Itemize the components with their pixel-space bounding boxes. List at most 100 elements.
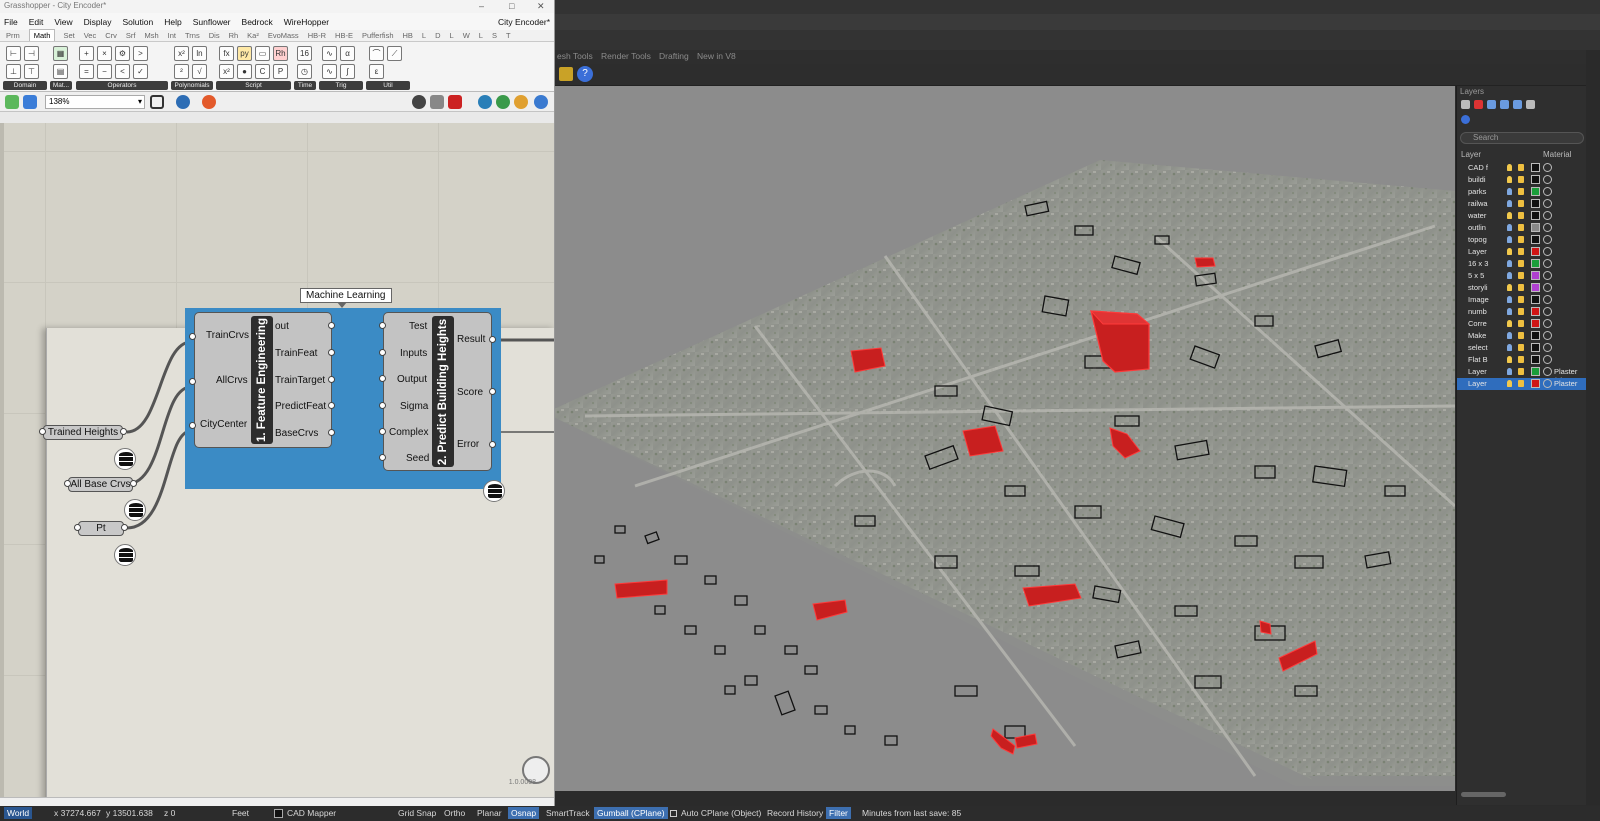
layer-column-header[interactable]: Layer: [1461, 150, 1481, 159]
tab-hb-e[interactable]: HB-E: [335, 30, 353, 41]
menu-wirehopper[interactable]: WireHopper: [284, 17, 329, 27]
tab-new-in-v8[interactable]: New in V8: [697, 51, 736, 61]
layer-visibility-icon[interactable]: [1507, 212, 1512, 219]
input-output[interactable]: Output: [397, 374, 427, 385]
cosine-icon[interactable]: ∿: [322, 64, 337, 79]
minimize-icon[interactable]: –: [479, 0, 484, 12]
all-base-crvs-data-icon[interactable]: [124, 499, 146, 521]
tab-ka2[interactable]: Ka²: [247, 30, 259, 41]
internalise-data-icon[interactable]: [483, 480, 505, 502]
layer-lock-icon[interactable]: [1518, 188, 1524, 195]
layer-color-swatch[interactable]: [1531, 355, 1540, 364]
domain-bounds-icon[interactable]: ⊣: [24, 46, 39, 61]
output-trainfeat[interactable]: TrainFeat: [275, 348, 317, 359]
layer-visibility-icon[interactable]: [1507, 164, 1512, 171]
grip-trained-heights-in[interactable]: [39, 428, 46, 435]
tab-l3[interactable]: L: [479, 30, 483, 41]
layer-color-swatch[interactable]: [1531, 199, 1540, 208]
grip-test[interactable]: [379, 322, 386, 329]
grip-all-base-crvs-in[interactable]: [64, 480, 71, 487]
layer-material-icon[interactable]: [1543, 379, 1552, 388]
grip-seed[interactable]: [379, 454, 386, 461]
layer-lock-icon[interactable]: [1518, 260, 1524, 267]
layer-visibility-icon[interactable]: [1507, 296, 1512, 303]
sphere-preview-icon[interactable]: [534, 95, 548, 109]
layer-row[interactable]: CAD f: [1457, 162, 1587, 174]
layer-name[interactable]: buildi: [1468, 175, 1486, 184]
layer-material-icon[interactable]: [1543, 319, 1552, 328]
input-seed[interactable]: Seed: [406, 453, 429, 464]
check-icon[interactable]: ✓: [133, 64, 148, 79]
layer-row[interactable]: Layer Plaster: [1457, 378, 1587, 390]
layer-visibility-icon[interactable]: [1507, 332, 1512, 339]
layer-lock-icon[interactable]: [1518, 356, 1524, 363]
move-down-icon[interactable]: [1500, 100, 1509, 109]
doc-name[interactable]: City Encoder*: [498, 17, 550, 27]
output-score[interactable]: Score: [457, 387, 483, 398]
output-result[interactable]: Result: [457, 334, 485, 345]
osnap-toggle[interactable]: Osnap: [508, 807, 540, 819]
cpython-icon[interactable]: P: [273, 64, 288, 79]
layer-color-swatch[interactable]: [1531, 295, 1540, 304]
layer-color-swatch[interactable]: [1531, 211, 1540, 220]
current-layer[interactable]: CAD Mapper: [287, 808, 336, 818]
grip-citycenter[interactable]: [189, 422, 196, 429]
grip-predictfeat[interactable]: [328, 402, 335, 409]
output-traintarget[interactable]: TrainTarget: [275, 375, 325, 386]
grip-traincrvs[interactable]: [189, 333, 196, 340]
preview-mesh-icon[interactable]: [496, 95, 510, 109]
matrix-icon[interactable]: ▦: [53, 46, 68, 61]
layer-color-swatch[interactable]: [1531, 175, 1540, 184]
layer-name[interactable]: Image: [1468, 295, 1489, 304]
output-out[interactable]: out: [275, 321, 289, 332]
layer-lock-icon[interactable]: [1518, 224, 1524, 231]
layer-color-swatch[interactable]: [1531, 163, 1540, 172]
tab-t[interactable]: T: [506, 30, 511, 41]
tab-drafting[interactable]: Drafting: [659, 51, 689, 61]
layer-lock-icon[interactable]: [1518, 176, 1524, 183]
layer-row[interactable]: storyli: [1457, 282, 1587, 294]
layer-visibility-icon[interactable]: [1507, 308, 1512, 315]
layer-material-icon[interactable]: [1543, 163, 1552, 172]
layer-color-swatch[interactable]: [1531, 331, 1540, 340]
layer-visibility-icon[interactable]: [1507, 380, 1512, 387]
domain-remap-icon[interactable]: ⊤: [24, 64, 39, 79]
layer-material-icon[interactable]: [1543, 247, 1552, 256]
layer-visibility-icon[interactable]: [1507, 224, 1512, 231]
tab-l2[interactable]: L: [450, 30, 454, 41]
layer-row[interactable]: 5 x 5: [1457, 270, 1587, 282]
layer-material-icon[interactable]: [1543, 259, 1552, 268]
menu-display[interactable]: Display: [84, 17, 112, 27]
layer-material-icon[interactable]: [1543, 235, 1552, 244]
csharp-icon[interactable]: C: [255, 64, 270, 79]
gumball-toggle[interactable]: Gumball (CPlane): [594, 807, 668, 819]
layers-scrollbar[interactable]: [1461, 792, 1506, 797]
add-icon[interactable]: +: [79, 46, 94, 61]
layer-name[interactable]: Layer: [1468, 379, 1487, 388]
bell-curve-icon[interactable]: ⌒: [369, 46, 384, 61]
ortho-toggle[interactable]: Ortho: [444, 808, 465, 818]
layer-name[interactable]: Make: [1468, 331, 1486, 340]
tab-hb-r[interactable]: HB-R: [308, 30, 326, 41]
layer-lock-icon[interactable]: [1518, 380, 1524, 387]
layers-search-input[interactable]: Search: [1460, 132, 1584, 144]
pt-data-icon[interactable]: [114, 544, 136, 566]
tab-l[interactable]: L: [422, 30, 426, 41]
layer-name[interactable]: Layer: [1468, 247, 1487, 256]
tab-int[interactable]: Int: [168, 30, 176, 41]
layer-row[interactable]: Layer: [1457, 246, 1587, 258]
layer-lock-icon[interactable]: [1518, 236, 1524, 243]
python-icon[interactable]: py: [237, 46, 252, 61]
layer-visibility-icon[interactable]: [1507, 176, 1512, 183]
graph-icon[interactable]: ⟋: [387, 46, 402, 61]
auto-cplane-toggle[interactable]: Auto CPlane (Object): [681, 808, 761, 818]
layer-lock-icon[interactable]: [1518, 272, 1524, 279]
tab-srf[interactable]: Srf: [126, 30, 136, 41]
layer-name[interactable]: parks: [1468, 187, 1486, 196]
zoom-select[interactable]: 138%: [45, 95, 145, 109]
tab-s[interactable]: S: [492, 30, 497, 41]
layer-row[interactable]: topog: [1457, 234, 1587, 246]
layer-color-swatch[interactable]: [1531, 223, 1540, 232]
grip-score[interactable]: [489, 388, 496, 395]
layer-row[interactable]: Corre: [1457, 318, 1587, 330]
